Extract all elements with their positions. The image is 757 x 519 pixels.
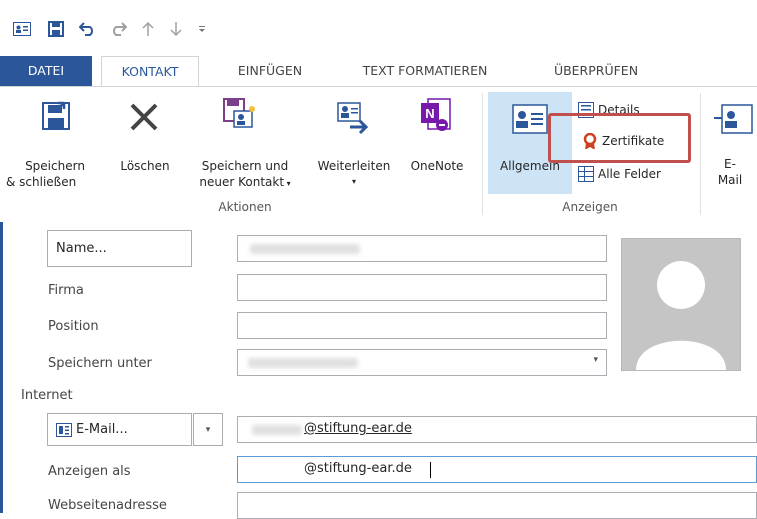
customize-qat-icon[interactable]: [192, 19, 212, 39]
tab-text-formatieren[interactable]: TEXT FORMATIEREN: [337, 56, 513, 86]
certificates-highlight-frame: [548, 113, 691, 163]
onenote-icon: N: [421, 98, 451, 131]
name-button[interactable]: Name...: [47, 230, 192, 267]
delete-button[interactable]: Löschen: [112, 97, 178, 195]
company-label: Firma: [48, 283, 84, 298]
save-close-label-1: Speichern: [25, 159, 85, 173]
svg-text:N: N: [425, 106, 434, 121]
forward-dropdown-icon[interactable]: ▾: [306, 175, 402, 189]
save-new-label-2: neuer Kontakt ▾: [199, 175, 291, 189]
email-ribbon-label-2: Mail: [717, 173, 743, 187]
save-icon[interactable]: [46, 19, 66, 39]
email-ribbon-label-1: E-: [724, 157, 736, 171]
company-field[interactable]: [237, 274, 607, 301]
display-as-label: Anzeigen als: [48, 464, 131, 479]
onenote-button[interactable]: N OneNote: [402, 97, 472, 195]
save-new-contact-icon: [223, 98, 255, 128]
email-contact-icon: [714, 104, 753, 134]
chevron-down-icon: ▾: [593, 355, 598, 365]
contact-form: Name... Firma Position Speichern unter ▾…: [0, 222, 757, 519]
forward-label: Weiterleiten: [317, 159, 391, 173]
show-group-label: Anzeigen: [562, 200, 618, 214]
group-separator: [482, 93, 483, 215]
avatar-placeholder-icon: [636, 261, 726, 370]
email-type-dropdown[interactable]: ▾: [193, 413, 223, 446]
save-close-icon: [42, 101, 70, 130]
save-as-select[interactable]: ▾: [237, 349, 607, 376]
display-as-field[interactable]: @stiftung-ear.de: [237, 456, 757, 483]
position-label: Position: [48, 319, 99, 334]
tab-einfuegen[interactable]: EINFÜGEN: [222, 56, 318, 86]
contact-card-icon[interactable]: [12, 19, 32, 39]
tab-datei[interactable]: DATEI: [0, 56, 92, 86]
all-fields-button[interactable]: Alle Felder: [578, 165, 661, 183]
position-field[interactable]: [237, 312, 607, 339]
email-type-label: E-Mail...: [76, 422, 128, 437]
delete-x-icon: [130, 103, 158, 131]
text-cursor: [430, 462, 431, 478]
up-arrow-icon[interactable]: [138, 19, 158, 39]
ribbon-tabs: DATEI KONTAKT EINFÜGEN TEXT FORMATIEREN …: [0, 56, 757, 88]
delete-label: Löschen: [120, 159, 170, 173]
redacted-email-user: [252, 425, 302, 435]
email-ribbon-button[interactable]: E- Mail: [704, 97, 756, 195]
redacted-name: [250, 244, 360, 254]
redo-icon[interactable]: [108, 19, 128, 39]
display-as-value: @stiftung-ear.de: [304, 461, 412, 476]
website-field[interactable]: [237, 492, 757, 519]
email-field[interactable]: @stiftung-ear.de: [237, 416, 757, 443]
general-contact-icon: [512, 104, 548, 134]
save-new-contact-button[interactable]: Speichern und neuer Kontakt ▾: [184, 97, 306, 195]
save-as-label: Speichern unter: [48, 356, 152, 371]
email-value: @stiftung-ear.de: [304, 421, 412, 436]
redacted-save-as: [248, 358, 358, 368]
website-label: Webseitenadresse: [48, 498, 167, 513]
tab-kontakt[interactable]: KONTAKT: [101, 56, 199, 88]
tab-ueberpruefen[interactable]: ÜBERPRÜFEN: [532, 56, 660, 86]
onenote-label: OneNote: [410, 159, 464, 173]
actions-group-label: Aktionen: [218, 200, 272, 214]
save-close-button[interactable]: Speichern & schließen: [2, 97, 108, 195]
forward-button[interactable]: Weiterleiten ▾: [306, 97, 402, 195]
save-close-label-2: & schließen: [6, 175, 77, 189]
email-type-button[interactable]: E-Mail...: [47, 413, 192, 446]
name-field[interactable]: [237, 235, 607, 262]
forward-icon: [337, 102, 369, 135]
all-fields-label: Alle Felder: [598, 167, 661, 181]
group-separator: [700, 93, 701, 215]
save-new-label-1: Speichern und: [201, 159, 289, 173]
all-fields-icon: [578, 166, 594, 182]
down-arrow-icon[interactable]: [166, 19, 186, 39]
chevron-down-icon: ▾: [205, 424, 211, 435]
internet-section-label: Internet: [21, 388, 73, 403]
contact-photo[interactable]: [621, 238, 741, 371]
email-card-icon: [56, 422, 72, 437]
quick-access-toolbar: [0, 0, 757, 52]
undo-icon[interactable]: [78, 19, 98, 39]
